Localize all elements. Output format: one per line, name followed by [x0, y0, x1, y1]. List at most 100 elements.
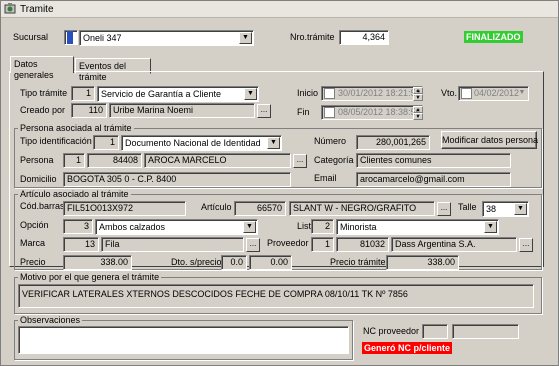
- articulo-group-title: Artículo asociado al trámite: [18, 189, 131, 199]
- inicio-spinner[interactable]: ▲ ▼: [413, 87, 423, 101]
- text-cursor: [67, 31, 73, 44]
- opcion-select[interactable]: Ambos calzados ▼: [95, 219, 258, 235]
- marca-lookup-button[interactable]: ...: [246, 238, 260, 252]
- talle-label: Talle: [458, 202, 477, 212]
- dto-value-field: 0.00: [249, 255, 292, 270]
- opcion-label: Opción: [20, 220, 49, 230]
- proveedor-code: 1: [311, 237, 334, 252]
- fin-spinner[interactable]: ▲ ▼: [413, 106, 423, 120]
- chevron-down-icon[interactable]: ▼: [243, 221, 256, 233]
- sucursal-select[interactable]: Oneli 347 ▼: [79, 30, 254, 46]
- fin-field: 08/05/2012 18:38:56: [321, 105, 423, 120]
- opcion-value: Ambos calzados: [99, 222, 166, 232]
- status-badge: FINALIZADO: [464, 31, 523, 43]
- proveedor-value: Dass Argentina S.A.: [391, 237, 517, 252]
- talle-value: 38: [486, 204, 497, 214]
- articulo-lookup-button[interactable]: ...: [437, 202, 451, 216]
- title-bar: Tramite: [1, 1, 558, 18]
- tipo-id-label: Tipo identificación: [20, 136, 92, 146]
- nro-tramite-label: Nro.trámite: [290, 32, 335, 42]
- marca-value: Fila: [101, 237, 244, 252]
- categoria-label: Categoría: [314, 155, 354, 165]
- motivo-group-title: Motivo por el que genera el trámite: [18, 272, 162, 282]
- nc-proveedor-label: NC proveedor: [363, 326, 420, 336]
- precio-tramite-field: 338.00: [386, 255, 459, 270]
- inicio-value: 30/01/2012 18:21:53: [338, 88, 421, 98]
- persona-group-title: Persona asociada al trámite: [18, 123, 134, 133]
- articulo-label: Artículo: [201, 202, 232, 212]
- chevron-down-icon[interactable]: ▼: [239, 32, 252, 44]
- chevron-down-icon[interactable]: ▼: [267, 137, 280, 149]
- app-icon: [4, 3, 16, 14]
- creado-por-value: Uribe Marina Noemi: [109, 103, 255, 118]
- dto-pct-field: 0.0: [221, 255, 247, 270]
- creado-por-lookup-button[interactable]: ...: [257, 104, 271, 118]
- persona-code: 1: [63, 153, 85, 168]
- sucursal-label: Sucursal: [13, 32, 49, 42]
- tipo-tramite-select[interactable]: Servicio de Garantía a Cliente ▼: [97, 86, 259, 102]
- vto-label: Vto.: [441, 88, 458, 98]
- lista-select[interactable]: Minorista ▼: [336, 219, 499, 235]
- creado-por-label: Creado por: [20, 105, 66, 115]
- cod-barras-label: Cód.barras: [20, 201, 65, 211]
- chevron-down-icon[interactable]: ▼: [484, 221, 497, 233]
- lista-code: 2: [311, 219, 334, 234]
- chevron-down-icon[interactable]: ▼: [244, 88, 257, 100]
- categoria-field: Clientes comunes: [356, 153, 511, 168]
- opcion-code: 3: [63, 219, 93, 234]
- dto-label: Dto. s/precio: [171, 257, 222, 267]
- tipo-id-select[interactable]: Documento Nacional de Identidad ▼: [121, 135, 282, 151]
- nc-proveedor-value: [452, 324, 519, 339]
- precio-field: 338.00: [63, 255, 132, 270]
- vto-value: 04/02/2012: [474, 88, 520, 98]
- email-label: Email: [314, 173, 337, 183]
- proveedor-label: Proveedor: [267, 238, 309, 248]
- precio-tramite-label: Precio trámite: [330, 257, 386, 267]
- articulo-code: 66570: [234, 201, 286, 216]
- tab-datos-generales[interactable]: Datos generales: [10, 56, 74, 80]
- marca-code: 13: [63, 237, 99, 252]
- persona-id: 84408: [87, 153, 142, 168]
- domicilio-field: BOGOTA 305 0 - C.P. 8400: [63, 172, 291, 187]
- tipo-tramite-value: Servicio de Garantía a Cliente: [101, 89, 222, 99]
- motivo-text[interactable]: VERIFICAR LATERALES XTERNOS DESCOCIDOS F…: [18, 284, 534, 308]
- tipo-tramite-label: Tipo trámite: [20, 88, 68, 98]
- fin-checkbox[interactable]: [324, 107, 335, 118]
- proveedor-lookup-button[interactable]: ...: [519, 238, 533, 252]
- marca-label: Marca: [20, 238, 46, 248]
- persona-name: AROCA MARCELO: [144, 153, 291, 168]
- creado-por-code: 110: [71, 103, 107, 118]
- persona-label: Persona: [20, 155, 54, 165]
- nro-tramite-field[interactable]: 4,364: [339, 30, 389, 45]
- sucursal-value: Oneli 347: [83, 33, 122, 43]
- chevron-down-icon[interactable]: ▼: [514, 203, 527, 215]
- talle-select[interactable]: 38 ▼: [482, 201, 529, 217]
- numero-field: 280,001,265: [356, 135, 430, 150]
- observaciones-group-title: Observaciones: [18, 315, 83, 325]
- tramite-window: Tramite Sucursal Oneli 347 ▼ Nro.trámite…: [0, 0, 559, 366]
- tipo-tramite-code: 1: [71, 86, 95, 101]
- cod-barras-field: FIL51O013X972: [63, 201, 186, 216]
- fin-label: Fin: [297, 107, 310, 117]
- articulo-value: SLANT W - NEGRO/GRAFITO: [289, 201, 435, 216]
- precio-label: Precio: [20, 257, 46, 267]
- nc-cliente-badge: Generó NC p/cliente: [362, 342, 453, 354]
- window-title: Tramite: [20, 4, 54, 15]
- tipo-id-code: 1: [93, 135, 119, 150]
- inicio-checkbox[interactable]: [324, 88, 335, 99]
- tipo-id-value: Documento Nacional de Identidad: [125, 138, 261, 148]
- tab-datos-generales-label: Datos generales: [14, 59, 54, 80]
- observaciones-textarea[interactable]: [18, 326, 349, 354]
- nc-proveedor-code: [422, 324, 448, 339]
- inicio-label: Inicio: [297, 88, 319, 98]
- domicilio-label: Domicilio: [20, 174, 57, 184]
- modificar-persona-button[interactable]: Modificar datos persona: [441, 131, 538, 149]
- persona-lookup-button[interactable]: ...: [293, 154, 307, 168]
- fin-value: 08/05/2012 18:38:56: [338, 107, 421, 117]
- vto-checkbox[interactable]: [461, 88, 472, 99]
- proveedor-id: 81032: [336, 237, 389, 252]
- inicio-field: 30/01/2012 18:21:53: [321, 86, 423, 101]
- chevron-down-icon[interactable]: ▼: [516, 87, 528, 100]
- email-field: arocamarcelo@gmail.com: [356, 172, 511, 187]
- lista-value: Minorista: [340, 222, 377, 232]
